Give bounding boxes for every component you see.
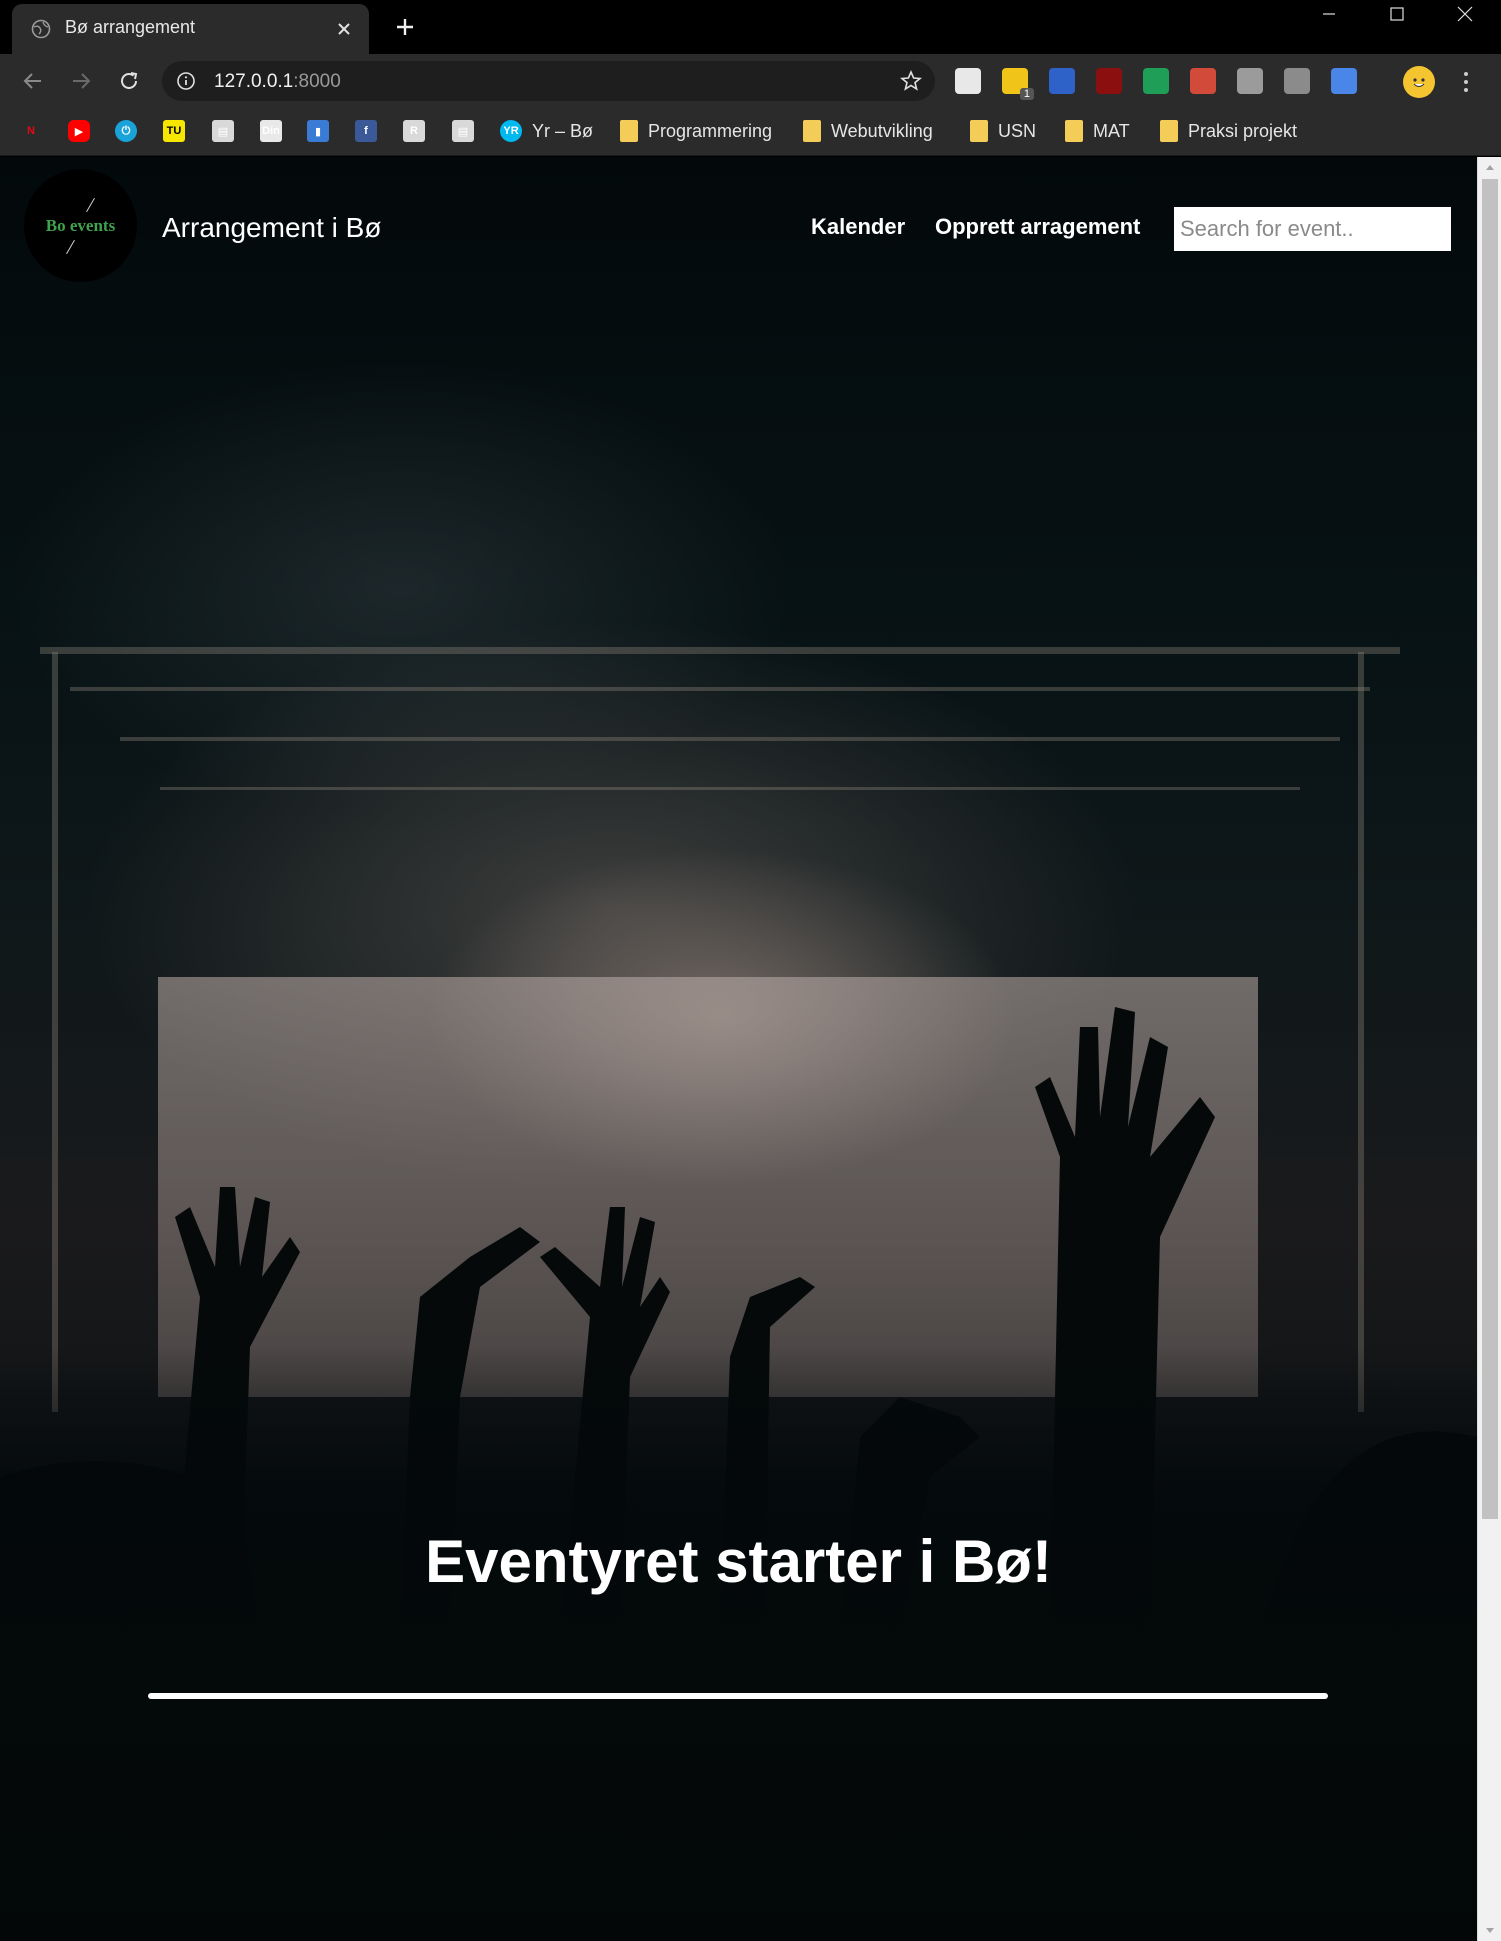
stage-truss xyxy=(120,737,1340,741)
ublock-icon[interactable] xyxy=(1096,68,1122,94)
bookmark-item[interactable]: TU xyxy=(163,116,185,146)
monitor-icon: ▤ xyxy=(212,120,234,142)
notes-extension-icon[interactable]: 1 xyxy=(1002,68,1034,100)
new-tab-icon[interactable] xyxy=(390,12,420,42)
bookmark-item[interactable]: USN xyxy=(970,116,1036,146)
bookmark-item[interactable]: Praksi projekt xyxy=(1160,116,1297,146)
extension-badge: 1 xyxy=(1019,88,1034,100)
nav-link-opprett-arragement[interactable]: Opprett arragement xyxy=(935,214,1140,240)
bookmark-item[interactable]: MAT xyxy=(1065,116,1130,146)
bookmark-item[interactable]: N xyxy=(20,116,42,146)
site-logo[interactable]: Bo events xyxy=(24,169,137,282)
globe-icon xyxy=(31,19,51,39)
bookmark-label: MAT xyxy=(1093,120,1130,141)
scroll-up-icon[interactable] xyxy=(1478,157,1501,177)
search-extension-icon[interactable] xyxy=(1049,68,1075,94)
power-icon: ⏻ xyxy=(115,120,137,142)
bookmark-item[interactable]: ⏻ xyxy=(115,116,137,146)
stage-truss xyxy=(70,687,1370,691)
nav-link-kalender[interactable]: Kalender xyxy=(811,214,905,240)
bookmark-item[interactable]: R xyxy=(403,116,425,146)
bookmark-item[interactable]: Din xyxy=(260,116,282,146)
scroll-down-icon[interactable] xyxy=(1478,1921,1501,1941)
browser-toolbar: 127.0.0.1:8000 1 xyxy=(0,54,1501,108)
bookmark-item[interactable]: ▮ xyxy=(307,116,329,146)
bookmark-label: Webutvikling xyxy=(831,120,933,141)
sheets-icon[interactable] xyxy=(1143,68,1169,94)
bookmark-label: Praksi projekt xyxy=(1188,120,1298,141)
hero-divider xyxy=(148,1693,1328,1699)
event-search-input[interactable] xyxy=(1174,207,1451,251)
cast-icon[interactable] xyxy=(1190,68,1216,94)
netflix-icon: N xyxy=(27,125,35,137)
reader-icon[interactable] xyxy=(955,68,981,94)
bookmark-item[interactable]: ▤ xyxy=(212,116,234,146)
r-icon: R xyxy=(403,120,425,142)
profile-avatar[interactable] xyxy=(1403,66,1435,98)
bookmark-item[interactable]: ▶ xyxy=(68,116,90,146)
address-bar[interactable]: 127.0.0.1:8000 xyxy=(162,61,935,101)
folder-icon xyxy=(970,120,988,142)
window-close-icon[interactable] xyxy=(1431,0,1499,28)
bookmark-item[interactable]: Webutvikling xyxy=(803,116,933,146)
yr-icon: YR xyxy=(500,120,522,142)
stage-truss xyxy=(160,787,1300,790)
bookmark-item[interactable]: f xyxy=(355,116,377,146)
facebook-icon: f xyxy=(355,120,377,142)
scrollbar-thumb[interactable] xyxy=(1482,179,1498,1519)
folder-icon xyxy=(803,120,821,142)
bookmark-item[interactable]: ▤ xyxy=(452,116,474,146)
folder-icon xyxy=(1065,120,1083,142)
translate-icon[interactable] xyxy=(1331,68,1357,94)
download-icon[interactable] xyxy=(1284,68,1310,94)
folder-icon xyxy=(1160,120,1178,142)
bookmarks-bar: N ▶ ⏻ TU ▤ Din ▮ f R ▤ YR Yr – Bø Programmering Webut… xyxy=(0,108,1501,156)
page-viewport: Bo events Arrangement i Bø Kalender Oppr… xyxy=(0,157,1477,1941)
url-host: 127.0.0.1 xyxy=(214,71,294,92)
logo-text: Bo events xyxy=(45,215,116,235)
bookmark-item[interactable]: YR Yr – Bø xyxy=(500,116,593,146)
book-icon: ▮ xyxy=(307,120,329,142)
forward-icon[interactable] xyxy=(64,64,98,98)
minimize-icon[interactable] xyxy=(1295,0,1363,28)
bookmark-label: USN xyxy=(998,120,1037,141)
dinside-icon: Din xyxy=(260,120,282,142)
page-scrollbar[interactable] xyxy=(1477,157,1501,1941)
back-icon[interactable] xyxy=(16,64,50,98)
logo-mark xyxy=(66,239,75,255)
crowd-shadow xyxy=(0,1347,1477,1941)
tampermonkey-icon[interactable] xyxy=(1237,68,1263,94)
url-text: 127.0.0.1:8000 xyxy=(214,71,341,93)
site-info-icon[interactable] xyxy=(176,71,196,91)
browser-tab-strip: Bø arrangement xyxy=(0,0,1501,54)
bookmark-star-icon[interactable] xyxy=(899,69,923,93)
logo-mark xyxy=(86,197,95,213)
browser-tab[interactable]: Bø arrangement xyxy=(12,4,369,54)
browser-menu-icon[interactable] xyxy=(1455,67,1477,97)
maximize-icon[interactable] xyxy=(1363,0,1431,28)
folder-icon xyxy=(620,120,638,142)
url-port: :8000 xyxy=(293,71,341,92)
stage-truss xyxy=(40,647,1400,654)
bookmark-label: Yr – Bø xyxy=(532,120,594,141)
monitor2-icon: ▤ xyxy=(452,120,474,142)
youtube-icon: ▶ xyxy=(68,120,90,142)
close-tab-icon[interactable] xyxy=(331,16,357,42)
tab-title: Bø arrangement xyxy=(65,17,196,37)
reload-icon[interactable] xyxy=(112,64,146,98)
hero-heading: Eventyret starter i Bø! xyxy=(425,1528,1052,1595)
bookmark-item[interactable]: Programmering xyxy=(620,116,772,146)
site-title[interactable]: Arrangement i Bø xyxy=(162,212,381,244)
tu-icon: TU xyxy=(163,120,185,142)
bookmark-label: Programmering xyxy=(648,120,773,141)
